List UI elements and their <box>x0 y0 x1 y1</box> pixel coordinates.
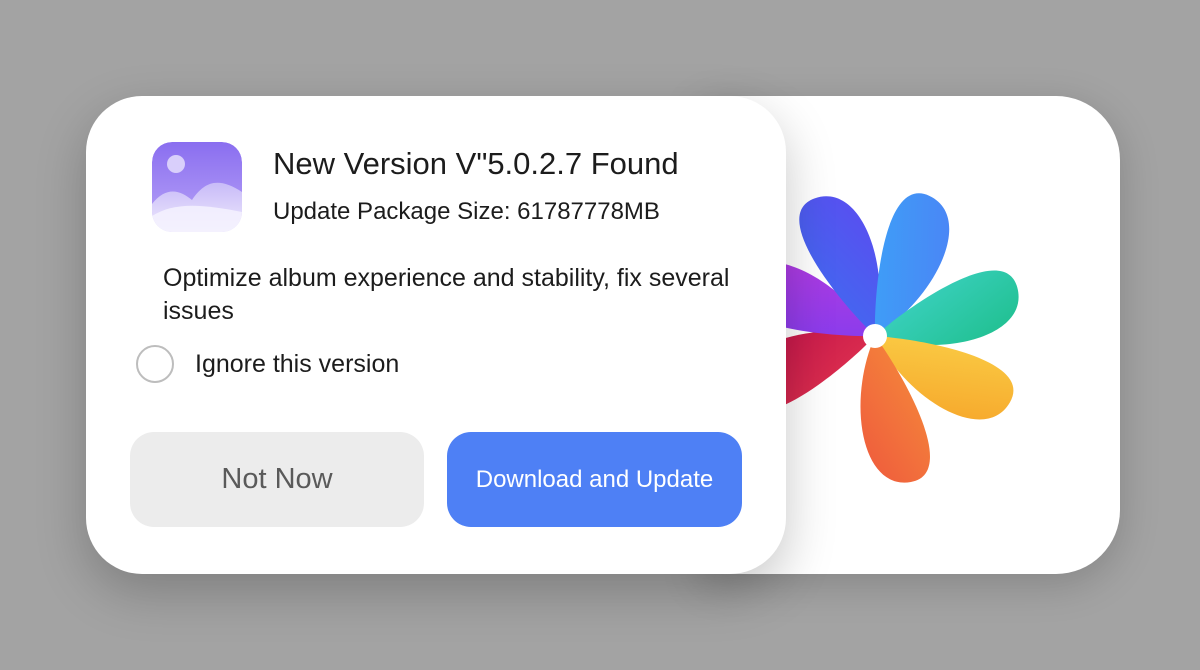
gallery-pinwheel-logo-icon <box>780 193 1019 483</box>
dialog-title: New Version V"5.0.2.7 Found <box>273 146 679 181</box>
download-and-update-button[interactable]: Download and Update <box>447 432 742 527</box>
screen: New Version V"5.0.2.7 Found Update Packa… <box>0 0 1200 670</box>
ignore-version-label: Ignore this version <box>195 349 400 378</box>
gallery-photo-icon <box>152 142 242 232</box>
ignore-version-option[interactable]: Ignore this version <box>136 344 399 384</box>
update-dialog: New Version V"5.0.2.7 Found Update Packa… <box>86 96 786 574</box>
package-size-text: Update Package Size: 61787778MB <box>273 198 660 225</box>
ignore-version-radio[interactable] <box>136 345 174 383</box>
not-now-button[interactable]: Not Now <box>130 432 424 527</box>
update-description: Optimize album experience and stability,… <box>163 264 730 325</box>
